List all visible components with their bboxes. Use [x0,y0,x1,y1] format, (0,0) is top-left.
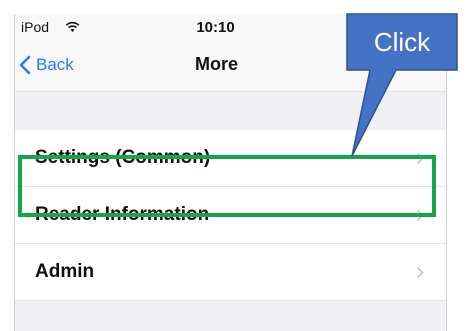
chevron-right-icon [416,266,424,279]
status-bar: iPod 10:10 [15,14,446,40]
menu-item-admin[interactable]: Admin [15,244,446,301]
chevron-right-icon [416,209,424,222]
app-screen: iPod 10:10 Back More Settings (Common) R… [14,14,447,331]
page-title: More [194,54,238,74]
menu-item-label: Reader Information [35,204,210,225]
status-time: 10:10 [196,19,235,36]
phone-screenshot: iPod 10:10 Back More Settings (Common) R… [0,0,473,331]
list-footer [15,301,446,331]
menu-item-settings-common[interactable]: Settings (Common) [15,130,446,187]
menu-item-reader-information[interactable]: Reader Information [15,187,446,244]
chevron-right-icon [416,152,424,165]
menu-item-label: Admin [35,261,95,282]
menu-item-label: Settings (Common) [35,147,211,168]
navigation-bar: Back More [15,40,446,92]
menu-list: Settings (Common) Reader Information Adm… [15,130,446,301]
